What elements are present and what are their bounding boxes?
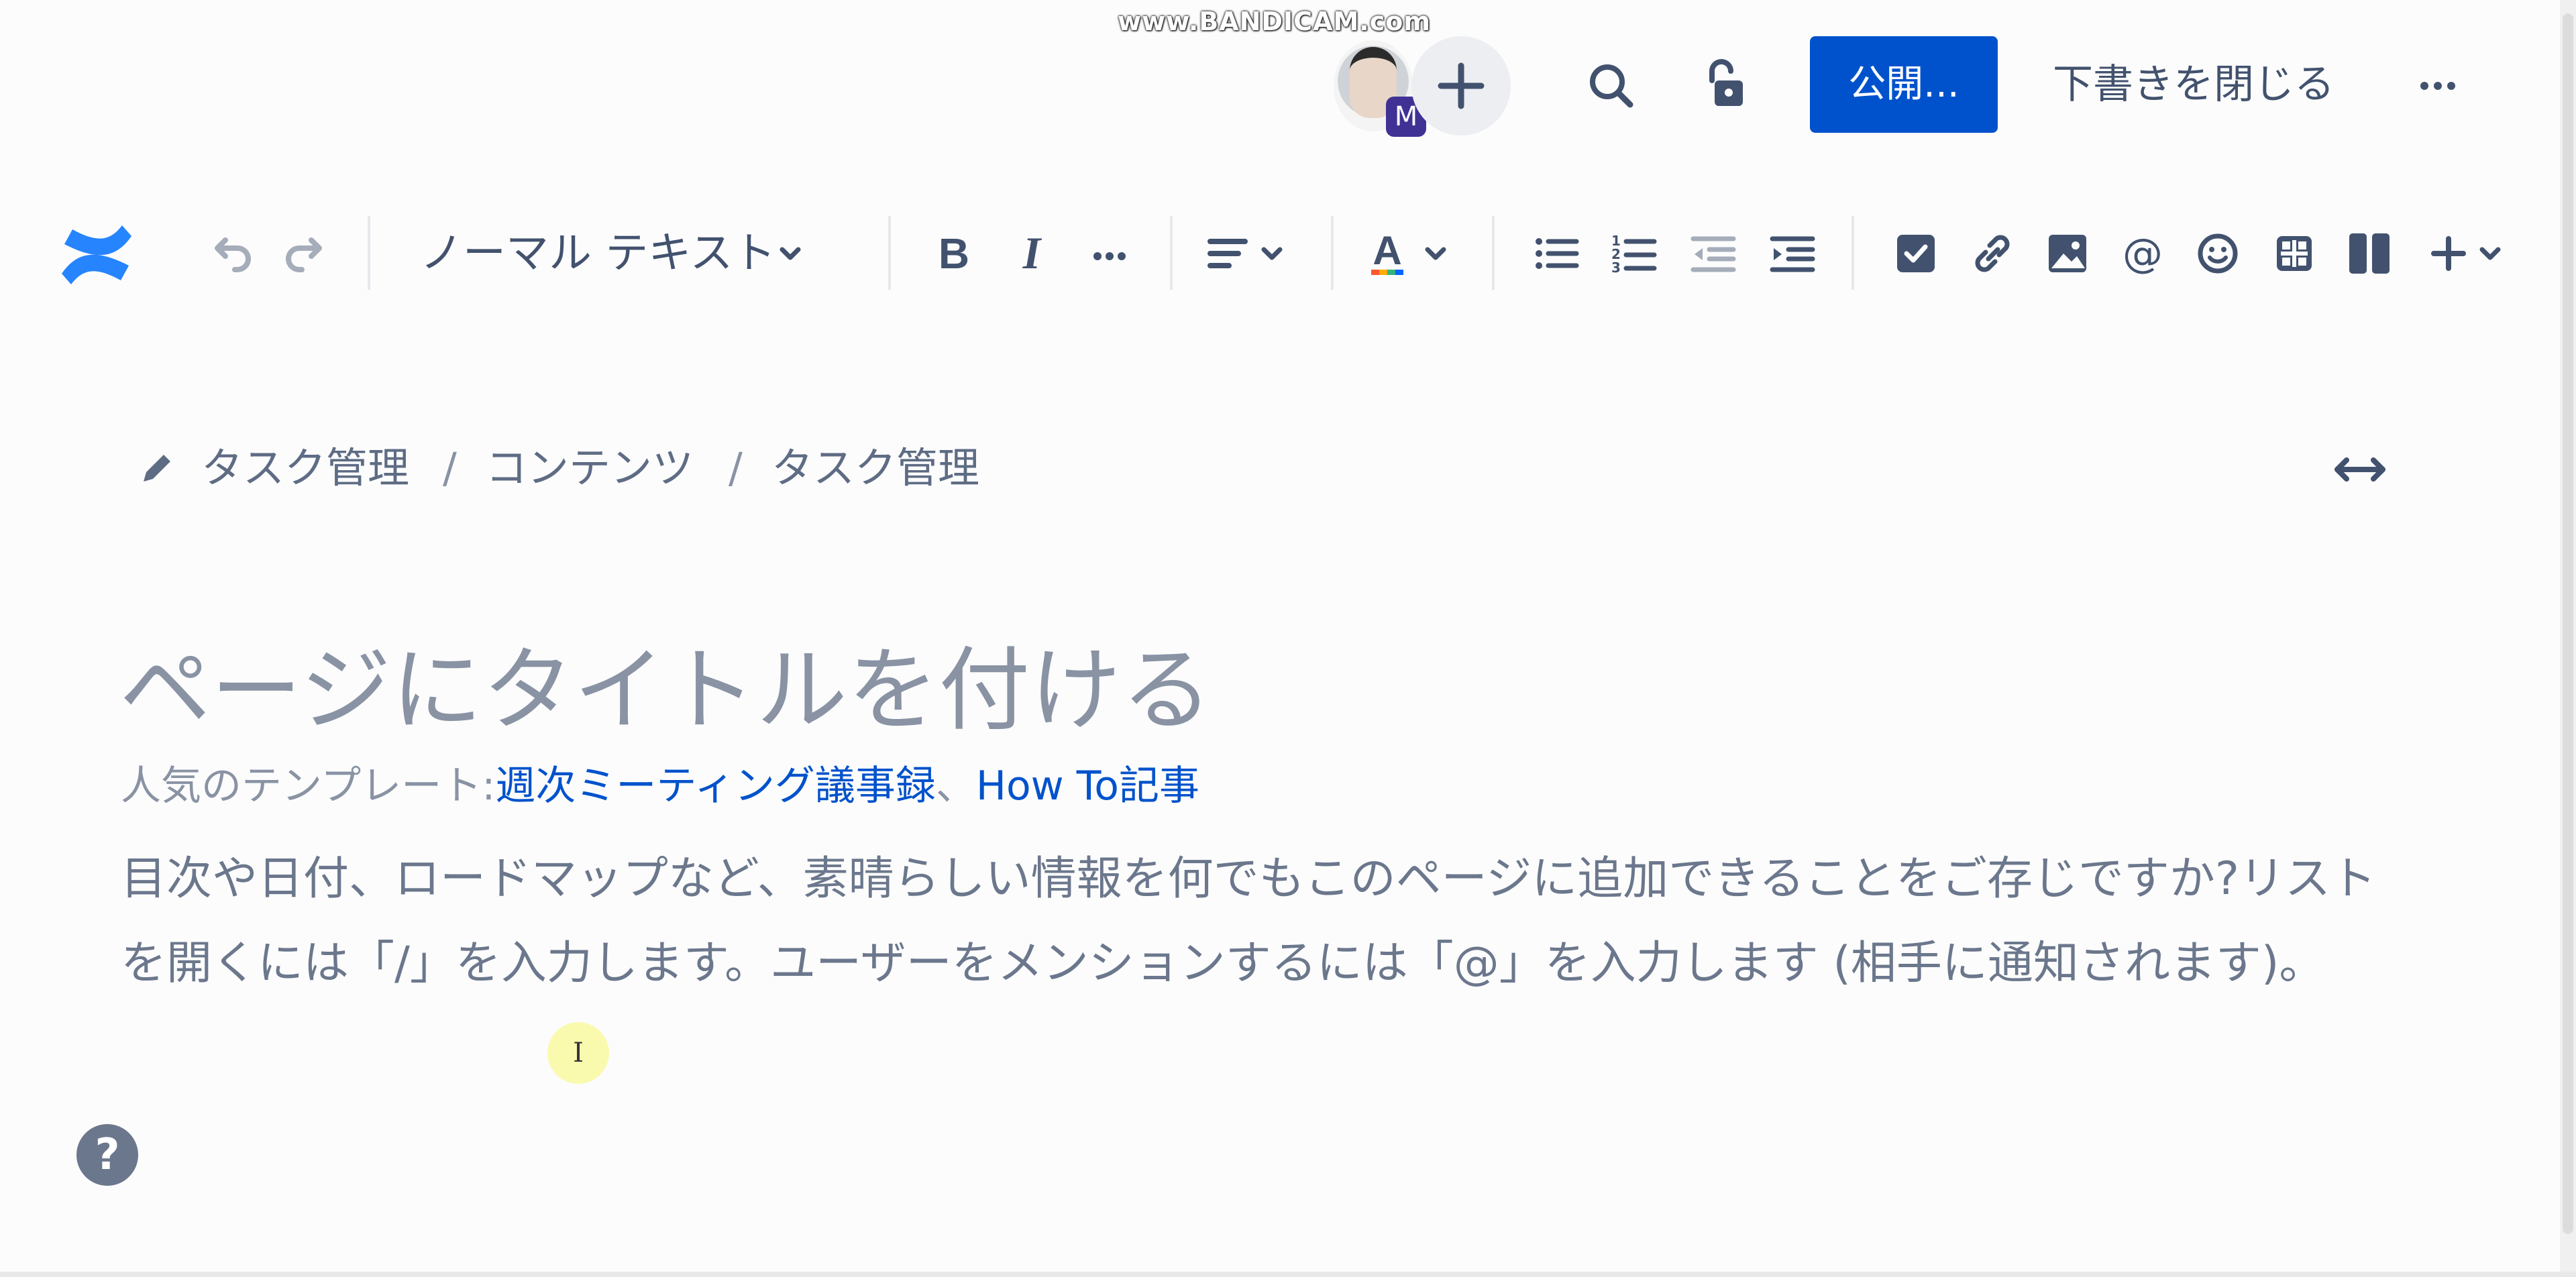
window-bottom-edge <box>0 1272 2576 1277</box>
toolbar-divider <box>368 216 370 290</box>
expand-width-icon <box>2334 457 2385 482</box>
chevron-down-icon <box>780 247 801 260</box>
text-color-icon: A <box>1371 228 1446 275</box>
emoji-button[interactable] <box>2186 221 2250 286</box>
more-formatting-icon <box>1093 252 1126 260</box>
emoji-icon <box>2198 233 2238 274</box>
action-item-button[interactable] <box>1884 221 1948 286</box>
template-link-how-to[interactable]: How To記事 <box>976 763 1199 810</box>
template-link-weekly-meeting[interactable]: 週次ミーティング議事録 <box>495 763 935 810</box>
text-style-dropdown[interactable]: ノーマル テキスト <box>420 219 809 288</box>
svg-text:3: 3 <box>1611 260 1621 276</box>
confluence-logo[interactable] <box>56 215 137 295</box>
more-actions-button[interactable] <box>2406 54 2470 118</box>
breadcrumb-item-space[interactable]: タスク管理 <box>201 436 429 500</box>
link-button[interactable] <box>1960 221 2025 286</box>
popular-templates: 人気のテンプレート:週次ミーティング議事録、How To記事 <box>121 754 1597 818</box>
align-left-icon <box>1208 239 1283 268</box>
outdent-button[interactable] <box>1681 221 1746 286</box>
svg-text:@: @ <box>2123 230 2163 277</box>
search-button[interactable] <box>1579 54 1644 118</box>
restrictions-button[interactable] <box>1692 54 1756 118</box>
text-color-button[interactable]: A <box>1362 221 1462 286</box>
italic-button[interactable]: I <box>1000 221 1064 286</box>
bullet-list-button[interactable] <box>1524 221 1589 286</box>
toolbar-divider <box>1170 216 1173 290</box>
mention-button[interactable]: @ <box>2110 221 2175 286</box>
breadcrumb-item-content[interactable]: コンテンツ <box>486 436 714 500</box>
breadcrumb-separator: / <box>729 443 743 492</box>
more-formatting-button[interactable] <box>1077 221 1142 286</box>
search-icon <box>1590 64 1633 108</box>
indent-icon <box>1770 236 1815 272</box>
svg-text:B: B <box>938 229 969 278</box>
toolbar-divider <box>1851 216 1854 290</box>
numbered-list-button[interactable]: 1 2 3 <box>1602 221 1666 286</box>
indent-button[interactable] <box>1760 221 1825 286</box>
outdent-icon <box>1690 236 1736 272</box>
link-icon <box>1975 235 2010 272</box>
svg-text:A: A <box>1373 228 1401 273</box>
plus-icon <box>2431 236 2501 271</box>
mouse-cursor-highlight: I <box>547 1022 609 1084</box>
more-horizontal-icon <box>2420 82 2455 90</box>
scrollbar-thumb[interactable] <box>2563 13 2573 1234</box>
edit-pencil-icon <box>137 448 177 488</box>
templates-label: 人気のテンプレート: <box>121 763 496 810</box>
redo-icon <box>286 237 322 272</box>
plus-icon <box>1438 62 1485 109</box>
bold-icon: B <box>938 229 969 278</box>
table-icon <box>2277 236 2312 271</box>
undo-button[interactable] <box>199 221 263 286</box>
numbered-list-icon: 1 2 3 <box>1611 233 1657 276</box>
full-width-toggle[interactable] <box>2328 448 2392 491</box>
mention-icon: @ <box>2123 230 2163 277</box>
bullet-list-icon <box>1536 238 1579 269</box>
text-style-label: ノーマル テキスト <box>420 229 776 278</box>
editor-body-placeholder[interactable]: 目次や日付、ロードマップなど、素晴らしい情報を何でもこのページに追加できることを… <box>121 837 2415 1092</box>
redo-button[interactable] <box>274 221 338 286</box>
bold-button[interactable]: B <box>922 221 986 286</box>
image-icon <box>2049 235 2086 272</box>
toolbar-divider <box>1331 216 1334 290</box>
layout-columns-icon <box>2349 233 2390 274</box>
page-title-input[interactable]: ページにタイトルを付ける <box>119 630 1729 751</box>
publish-button[interactable]: 公開... <box>1810 36 1998 133</box>
insert-button[interactable] <box>2422 221 2522 286</box>
undo-icon <box>215 237 251 272</box>
add-collaborator-button[interactable] <box>1411 36 1511 135</box>
checkbox-icon <box>1897 235 1935 272</box>
toolbar-divider <box>1492 216 1495 290</box>
breadcrumb-item-page[interactable]: タスク管理 <box>771 436 1000 500</box>
table-button[interactable] <box>2262 221 2326 286</box>
template-separator: 、 <box>935 763 976 810</box>
alignment-button[interactable] <box>1201 221 1301 286</box>
help-button[interactable]: ? <box>76 1124 138 1186</box>
toolbar-divider <box>888 216 891 290</box>
bandicam-watermark: www.BANDICAM.com <box>1118 7 1431 36</box>
italic-icon: I <box>1022 227 1042 278</box>
confluence-logo-icon <box>62 225 131 284</box>
unlock-icon <box>1709 59 1743 106</box>
layout-button[interactable] <box>2337 221 2402 286</box>
svg-text:I: I <box>1022 227 1042 278</box>
close-draft-button[interactable]: 下書きを閉じる <box>2039 36 2348 133</box>
breadcrumb-separator: / <box>443 443 457 492</box>
image-button[interactable] <box>2035 221 2100 286</box>
